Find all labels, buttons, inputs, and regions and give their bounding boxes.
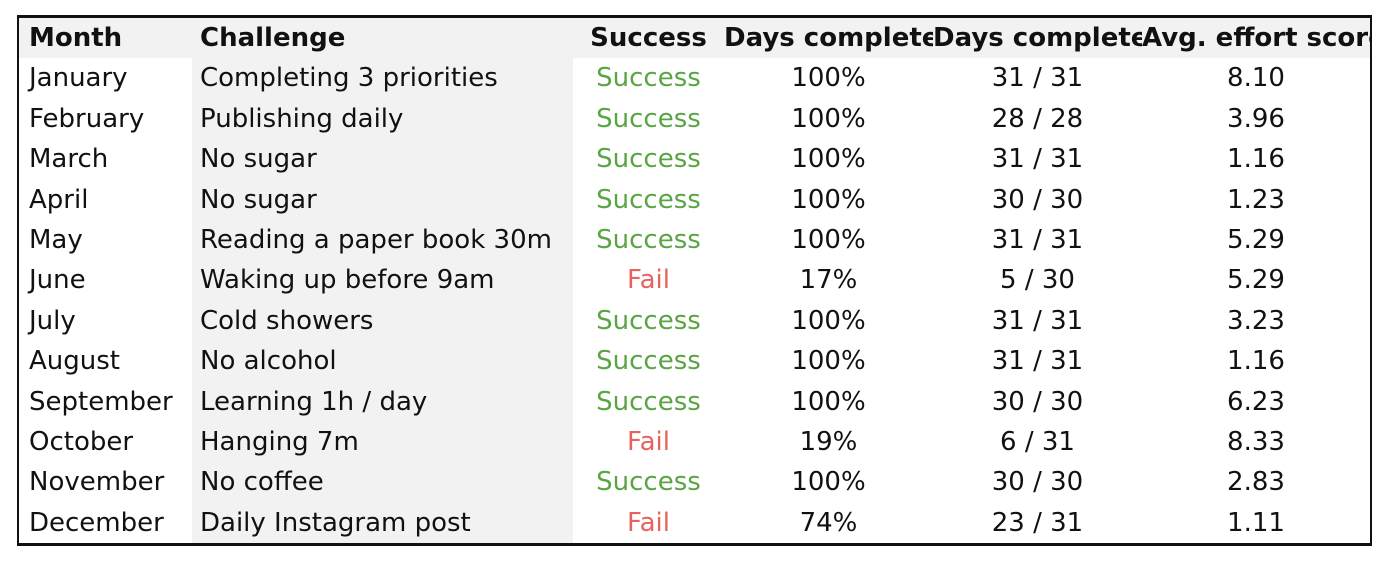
cell-days-completed-ratio: 30 / 30 <box>991 467 1084 498</box>
cell-challenge: Publishing daily <box>192 98 573 140</box>
table-row: January Completing 3 priorities Success 100… <box>19 58 1370 99</box>
cell-avg-effort-score: 2.83 <box>1227 467 1285 498</box>
column-header-days-completed-percent: Days completed <box>724 23 933 53</box>
cell-month: March <box>29 144 109 175</box>
table-body: January Completing 3 priorities Success 100… <box>19 58 1370 543</box>
column-header-avg-effort-score: Avg. effort score <box>1142 23 1370 53</box>
cell-challenge: Waking up before 9am <box>192 260 573 301</box>
cell-days-completed-percent: 19% <box>799 427 858 458</box>
column-header-challenge: Challenge <box>200 23 346 53</box>
column-header-success: Success <box>590 23 707 53</box>
table-row: June Waking up before 9am Fail 17% 5 / 30 5.2… <box>19 260 1370 301</box>
cell-challenge: Hanging 7m <box>192 422 573 463</box>
cell-avg-effort-score: 1.11 <box>1227 507 1285 538</box>
cell-month: January <box>29 63 128 94</box>
table-row: July Cold showers Success 100% 31 / 31 3.23 <box>19 300 1370 342</box>
table-row: March No sugar Success 100% 31 / 31 1.16 <box>19 139 1370 180</box>
cell-success-status: Fail <box>627 265 670 296</box>
cell-days-completed-ratio: 6 / 31 <box>1000 427 1075 458</box>
cell-days-completed-percent: 17% <box>799 265 858 296</box>
cell-challenge: Learning 1h / day <box>192 381 573 423</box>
cell-avg-effort-score: 8.33 <box>1227 427 1285 458</box>
cell-avg-effort-score: 1.23 <box>1227 184 1285 215</box>
cell-avg-effort-score: 3.23 <box>1227 305 1285 336</box>
cell-success-status: Success <box>596 144 701 175</box>
column-header-days-completed-ratio: Days completed <box>933 23 1142 53</box>
cell-challenge: No sugar <box>192 139 573 180</box>
table-header: Month Challenge Success Days completed D… <box>19 18 1370 59</box>
table-row: May Reading a paper book 30m Success 100% 31… <box>19 220 1370 261</box>
cell-month: April <box>29 184 89 215</box>
cell-days-completed-percent: 100% <box>791 467 866 498</box>
cell-challenge: Completing 3 priorities <box>192 58 573 99</box>
table-header-row: Month Challenge Success Days completed D… <box>19 18 1370 59</box>
cell-month: October <box>29 427 134 458</box>
cell-success-status: Success <box>596 225 701 256</box>
cell-challenge: Cold showers <box>192 300 573 342</box>
cell-month: December <box>29 507 164 538</box>
cell-success-status: Success <box>596 467 701 498</box>
cell-days-completed-ratio: 31 / 31 <box>991 305 1084 336</box>
cell-success-status: Success <box>596 63 701 94</box>
cell-success-status: Fail <box>627 507 670 538</box>
cell-month: August <box>29 346 120 377</box>
cell-days-completed-percent: 100% <box>791 184 866 215</box>
cell-days-completed-ratio: 30 / 30 <box>991 386 1084 417</box>
cell-avg-effort-score: 3.96 <box>1227 103 1285 134</box>
cell-days-completed-percent: 100% <box>791 225 866 256</box>
cell-month: June <box>29 265 86 296</box>
cell-challenge: Reading a paper book 30m <box>192 220 573 261</box>
table-row: August No alcohol Success 100% 31 / 31 1.16 <box>19 341 1370 382</box>
cell-challenge: No coffee <box>192 462 573 503</box>
cell-days-completed-percent: 100% <box>791 144 866 175</box>
column-header-month: Month <box>29 23 123 53</box>
cell-month: September <box>29 386 173 417</box>
cell-success-status: Success <box>596 305 701 336</box>
cell-month: November <box>29 467 165 498</box>
table-row: February Publishing daily Success 100% 28 / … <box>19 98 1370 140</box>
table-row: September Learning 1h / day Success 100% 30 … <box>19 381 1370 423</box>
cell-days-completed-ratio: 30 / 30 <box>991 184 1084 215</box>
cell-month: February <box>29 103 145 134</box>
habit-challenge-table: Month Challenge Success Days completed D… <box>19 18 1370 543</box>
cell-challenge: No alcohol <box>192 341 573 382</box>
cell-days-completed-percent: 74% <box>799 507 858 538</box>
cell-challenge: Daily Instagram post <box>192 502 573 543</box>
cell-days-completed-percent: 100% <box>791 386 866 417</box>
cell-avg-effort-score: 6.23 <box>1227 386 1285 417</box>
cell-avg-effort-score: 5.29 <box>1227 225 1285 256</box>
cell-days-completed-percent: 100% <box>791 305 866 336</box>
cell-success-status: Success <box>596 184 701 215</box>
cell-success-status: Success <box>596 386 701 417</box>
cell-days-completed-ratio: 5 / 30 <box>1000 265 1075 296</box>
cell-challenge: No sugar <box>192 179 573 221</box>
cell-avg-effort-score: 1.16 <box>1227 346 1285 377</box>
table-row: December Daily Instagram post Fail 74% 23 / … <box>19 502 1370 543</box>
cell-avg-effort-score: 8.10 <box>1227 63 1285 94</box>
cell-avg-effort-score: 5.29 <box>1227 265 1285 296</box>
habit-table-container: Month Challenge Success Days completed D… <box>17 15 1372 546</box>
cell-success-status: Success <box>596 103 701 134</box>
table-row: October Hanging 7m Fail 19% 6 / 31 8.33 <box>19 422 1370 463</box>
cell-days-completed-ratio: 31 / 31 <box>991 63 1084 94</box>
cell-success-status: Fail <box>627 427 670 458</box>
cell-days-completed-ratio: 31 / 31 <box>991 144 1084 175</box>
cell-month: July <box>29 305 76 336</box>
cell-days-completed-ratio: 31 / 31 <box>991 225 1084 256</box>
cell-days-completed-ratio: 23 / 31 <box>991 507 1084 538</box>
cell-days-completed-ratio: 28 / 28 <box>991 103 1084 134</box>
cell-month: May <box>29 225 83 256</box>
cell-days-completed-percent: 100% <box>791 63 866 94</box>
cell-avg-effort-score: 1.16 <box>1227 144 1285 175</box>
cell-days-completed-ratio: 31 / 31 <box>991 346 1084 377</box>
table-row: April No sugar Success 100% 30 / 30 1.23 <box>19 179 1370 221</box>
table-row: November No coffee Success 100% 30 / 30 2.83 <box>19 462 1370 503</box>
cell-success-status: Success <box>596 346 701 377</box>
cell-days-completed-percent: 100% <box>791 103 866 134</box>
cell-days-completed-percent: 100% <box>791 346 866 377</box>
